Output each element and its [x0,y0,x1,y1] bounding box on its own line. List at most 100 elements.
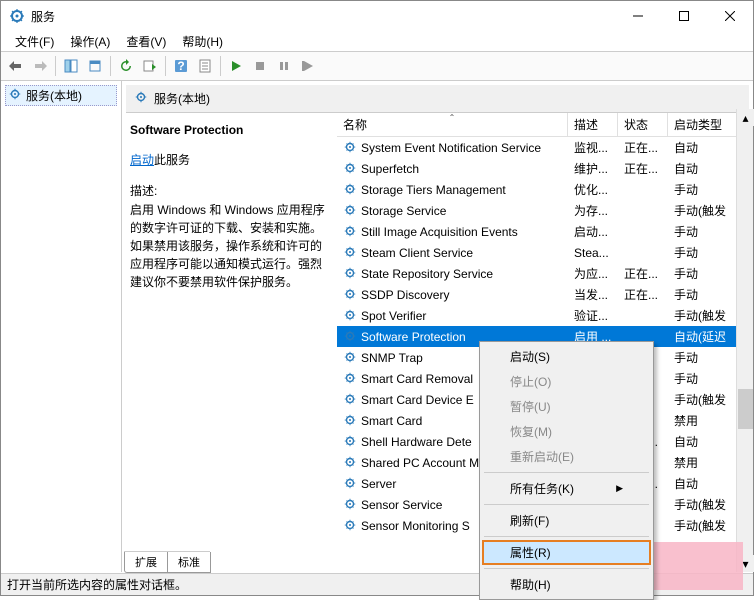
context-properties[interactable]: 属性(R) [482,540,651,565]
properties-button[interactable] [194,55,216,77]
start-service-link[interactable]: 启动 [130,153,154,167]
description-text: 启用 Windows 和 Windows 应用程序的数字许可证的下载、安装和实施… [130,201,329,291]
submenu-arrow-icon: ▶ [616,483,623,494]
tree-root-item[interactable]: 服务(本地) [5,85,117,106]
column-desc[interactable]: 描述 [568,113,618,137]
close-button[interactable] [707,1,753,31]
menubar: 文件(F) 操作(A) 查看(V) 帮助(H) [1,31,753,51]
service-name-cell: Smart Card [361,414,422,428]
back-button[interactable] [5,55,27,77]
tree-root-label: 服务(本地) [26,87,82,104]
minimize-button[interactable] [615,1,661,31]
refresh-button[interactable] [115,55,137,77]
service-desc-cell: 监视... [568,139,618,156]
service-row[interactable]: Steam Client ServiceStea...手动 [337,242,753,263]
service-name-cell: Shared PC Account M [361,456,479,470]
window-title: 服务 [31,8,615,25]
context-menu: 启动(S) 停止(O) 暂停(U) 恢复(M) 重新启动(E) 所有任务(K)▶… [479,341,654,600]
export-list-button[interactable] [139,55,161,77]
restart-service-button[interactable] [297,55,319,77]
pause-service-button[interactable] [273,55,295,77]
service-icon [343,392,359,408]
service-icon [343,182,359,198]
detail-header-label: 服务(本地) [154,90,210,107]
service-name-cell: Still Image Acquisition Events [361,225,518,239]
app-icon [9,8,25,24]
service-status-cell: 正在... [618,286,668,303]
menu-action[interactable]: 操作(A) [62,31,118,52]
service-desc-cell: 启动... [568,223,618,240]
service-desc-cell: 当发... [568,286,618,303]
service-name-cell: System Event Notification Service [361,141,541,155]
service-icon [343,266,359,282]
service-desc-cell: 为应... [568,265,618,282]
column-status[interactable]: 状态 [618,113,668,137]
service-name-cell: SSDP Discovery [361,288,449,302]
service-icon [343,413,359,429]
service-name-cell: Smart Card Removal [361,372,473,386]
service-row[interactable]: Storage Tiers Management优化...手动 [337,179,753,200]
service-status-cell: 正在... [618,139,668,156]
menu-file[interactable]: 文件(F) [7,31,62,52]
toolbar: ? [1,51,753,81]
sort-indicator-icon: ⌃ [449,113,456,122]
services-icon [134,90,148,107]
service-row[interactable]: Storage Service为存...手动(触发 [337,200,753,221]
show-hide-tree-button[interactable] [60,55,82,77]
tab-extended[interactable]: 扩展 [124,552,168,573]
service-name-cell: Software Protection [361,330,466,344]
start-service-line: 启动此服务 [130,151,329,168]
service-icon [343,203,359,219]
service-name-cell: State Repository Service [361,267,493,281]
detail-header: 服务(本地) [126,85,749,113]
services-icon [8,87,22,104]
service-name-cell: Sensor Service [361,498,442,512]
service-row[interactable]: State Repository Service为应...正在...手动 [337,263,753,284]
service-row[interactable]: Still Image Acquisition Events启动...手动 [337,221,753,242]
export-button[interactable] [84,55,106,77]
service-row[interactable]: Superfetch维护...正在...自动 [337,158,753,179]
column-name[interactable]: 名称 ⌃ [337,113,568,137]
service-name-cell: Storage Service [361,204,446,218]
stop-service-button[interactable] [249,55,271,77]
context-refresh[interactable]: 刷新(F) [482,508,651,533]
service-name-cell: Superfetch [361,162,419,176]
start-service-button[interactable] [225,55,247,77]
context-resume: 恢复(M) [482,419,651,444]
service-row[interactable]: System Event Notification Service 监视...正在… [337,137,753,158]
service-name-cell: Storage Tiers Management [361,183,506,197]
help-button[interactable]: ? [170,55,192,77]
context-help[interactable]: 帮助(H) [482,572,651,597]
menu-view[interactable]: 查看(V) [118,31,174,52]
service-icon [343,455,359,471]
context-all-tasks[interactable]: 所有任务(K)▶ [482,476,651,501]
service-icon [343,287,359,303]
scroll-up-button[interactable]: ▴ [737,109,754,126]
context-start[interactable]: 启动(S) [482,344,651,369]
service-name-cell: Shell Hardware Dete [361,435,472,449]
service-name-cell: SNMP Trap [361,351,423,365]
maximize-button[interactable] [661,1,707,31]
service-row[interactable]: Spot Verifier验证...手动(触发 [337,305,753,326]
detail-panel: 服务(本地) Software Protection 启动此服务 描述: 启用 … [122,81,753,572]
service-name-cell: Server [361,477,396,491]
service-icon [343,224,359,240]
titlebar: 服务 [1,1,753,31]
description-label: 描述: [130,182,329,199]
view-tabs: 扩展 标准 [124,551,210,573]
statusbar-text: 打开当前所选内容的属性对话框。 [7,576,187,593]
service-row[interactable]: SSDP Discovery当发...正在...手动 [337,284,753,305]
service-desc-cell: Stea... [568,246,618,260]
service-desc-cell: 维护... [568,160,618,177]
forward-button[interactable] [29,55,51,77]
vertical-scrollbar[interactable]: ▴ ▾ [736,109,753,572]
info-pane: Software Protection 启动此服务 描述: 启用 Windows… [122,113,337,572]
menu-help[interactable]: 帮助(H) [174,31,231,52]
scrollbar-thumb[interactable] [738,389,753,429]
context-pause: 暂停(U) [482,394,651,419]
service-icon [343,350,359,366]
tab-standard[interactable]: 标准 [167,552,211,573]
window-controls [615,1,753,31]
context-restart: 重新启动(E) [482,444,651,469]
service-name-cell: Smart Card Device E [361,393,474,407]
